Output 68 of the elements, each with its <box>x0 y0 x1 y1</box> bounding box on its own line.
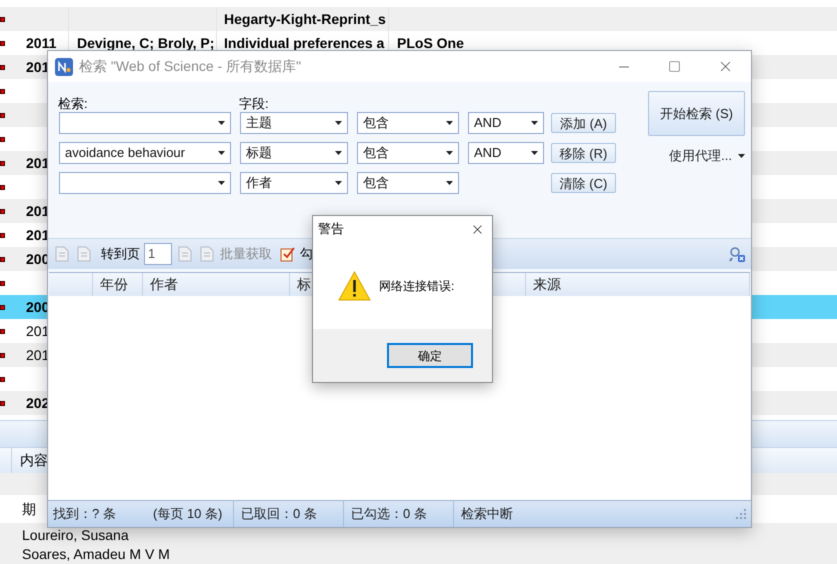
action-button[interactable]: 添加 (A) <box>551 113 616 133</box>
field-combo[interactable]: 标题 <box>240 142 348 164</box>
status-text: 找到：? 条 <box>53 505 116 524</box>
go-page-icon[interactable] <box>176 245 194 263</box>
dropdown-caret-icon <box>446 181 453 185</box>
table-cell: 201 <box>26 154 50 170</box>
match-combo[interactable]: 包含 <box>357 172 459 194</box>
dropdown-caret-icon <box>446 121 453 125</box>
page-field[interactable]: 1 <box>144 243 172 265</box>
status-text: 检索中断 <box>461 505 513 524</box>
search-combo[interactable]: avoidance behaviour <box>59 142 231 164</box>
dropdown-caret-icon <box>738 154 745 158</box>
operator-combo[interactable]: AND <box>468 112 544 134</box>
batch-fetch-icon[interactable] <box>198 245 216 263</box>
author-name: Soares, Amadeu M V M <box>22 545 171 564</box>
action-button[interactable]: 清除 (C) <box>551 173 616 193</box>
search-label: 检索: <box>58 95 89 111</box>
field-label: 字段: <box>239 95 269 111</box>
author-name: Loureiro, Susana <box>22 526 130 545</box>
warning-icon <box>338 270 371 300</box>
table-cell-text: Individual preferences a <box>224 34 384 52</box>
resize-grip-icon[interactable] <box>736 509 746 519</box>
column-heading[interactable]: 作者 <box>150 274 178 295</box>
table-cell: 201 <box>26 346 50 362</box>
table-cell: 201 <box>26 58 50 74</box>
table-cell-text: Devigne, C; Broly, P; <box>77 34 214 52</box>
table-row[interactable]: Hegarty-Kight-Reprint_s <box>0 7 837 31</box>
dropdown-caret-icon <box>218 181 225 185</box>
window-title: 检索 "Web of Science - 所有数据库" <box>79 57 302 76</box>
field-combo[interactable]: 作者 <box>240 172 348 194</box>
header-label: 内容 <box>19 451 48 470</box>
dropdown-caret-icon <box>531 121 538 125</box>
check-label[interactable]: 勾 <box>300 244 313 264</box>
dropdown-caret-icon <box>218 121 225 125</box>
ok-button[interactable]: 确定 <box>387 343 473 368</box>
app-logo-icon <box>55 58 73 76</box>
status-text: 已勾选：0 条 <box>351 505 427 524</box>
status-text: 已取回：0 条 <box>241 505 317 524</box>
forward-page-icon[interactable] <box>75 245 93 263</box>
goto-page-label: 转到页 <box>101 245 140 264</box>
table-cell-text: PLoS One <box>397 34 464 52</box>
column-heading[interactable]: 标 <box>297 274 311 295</box>
alert-message: 网络连接错误: <box>379 278 454 294</box>
proxy-menu[interactable]: 使用代理... <box>669 146 745 166</box>
column-heading[interactable]: 年份 <box>100 274 128 295</box>
back-page-icon[interactable] <box>53 245 71 263</box>
dropdown-caret-icon <box>335 121 342 125</box>
search-combo[interactable] <box>59 112 231 134</box>
checklist-icon[interactable] <box>280 246 296 262</box>
table-cell: 201 <box>26 226 50 242</box>
field-label: 期 <box>22 500 36 519</box>
maximize-icon[interactable] <box>668 60 681 73</box>
status-text: (每页 10 条) <box>153 505 222 524</box>
search-clear-icon[interactable] <box>728 245 746 263</box>
alert-title: 警告 <box>318 220 344 238</box>
start-search-button[interactable]: 开始检索 (S) <box>648 91 745 136</box>
table-cell: 201 <box>26 322 50 338</box>
table-cell: 201 <box>26 202 50 218</box>
match-combo[interactable]: 包含 <box>357 112 459 134</box>
match-combo[interactable]: 包含 <box>357 142 459 164</box>
operator-combo[interactable]: AND <box>468 142 544 164</box>
dropdown-caret-icon <box>335 181 342 185</box>
search-combo[interactable] <box>59 172 231 194</box>
column-heading[interactable]: 来源 <box>533 274 561 295</box>
table-cell-text: Hegarty-Kight-Reprint_s <box>224 10 386 29</box>
action-button[interactable]: 移除 (R) <box>551 143 616 163</box>
field-combo[interactable]: 主题 <box>240 112 348 134</box>
table-cell: 2011 <box>26 34 56 50</box>
